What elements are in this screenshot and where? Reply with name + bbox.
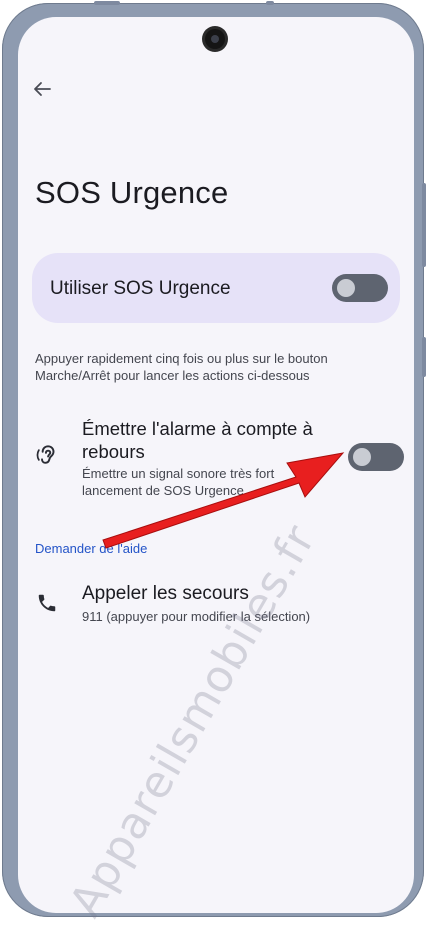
top-button-small <box>266 1 274 5</box>
phone-frame: SOS Urgence Utiliser SOS Urgence Appuyer… <box>2 1 426 917</box>
call-emergency-title[interactable]: Appeler les secours <box>82 583 249 605</box>
alarm-toggle[interactable] <box>348 443 404 471</box>
alarm-subtitle-line2: lancement de SOS Urgence <box>82 483 244 498</box>
top-button <box>94 1 120 5</box>
alarm-subtitle: Émettre un signal sonore très fort lance… <box>82 465 282 499</box>
page-title: SOS Urgence <box>35 175 229 210</box>
sos-description: Appuyer rapidement cinq fois ou plus sur… <box>35 351 328 383</box>
use-sos-label: Utiliser SOS Urgence <box>50 278 231 299</box>
alarm-subtitle-line1: Émettre un signal sonore très fort <box>82 466 275 481</box>
phone-icon <box>38 594 56 612</box>
use-sos-card[interactable]: Utiliser SOS Urgence <box>32 253 400 323</box>
alarm-title: Émettre l'alarme à compte à rebours <box>82 418 313 462</box>
section-header-help: Demander de l'aide <box>35 541 148 556</box>
toggle-knob <box>353 448 371 466</box>
toggle-knob <box>337 279 355 297</box>
call-emergency-subtitle: 911 (appuyer pour modifier la sélection) <box>82 609 311 624</box>
screen: SOS Urgence Utiliser SOS Urgence Appuyer… <box>18 17 414 913</box>
hearing-icon <box>36 445 55 464</box>
power-button <box>422 337 426 377</box>
arrow-back-icon[interactable] <box>30 77 54 101</box>
use-sos-toggle[interactable] <box>332 274 388 302</box>
front-camera <box>205 29 225 49</box>
volume-up-button <box>422 183 426 267</box>
